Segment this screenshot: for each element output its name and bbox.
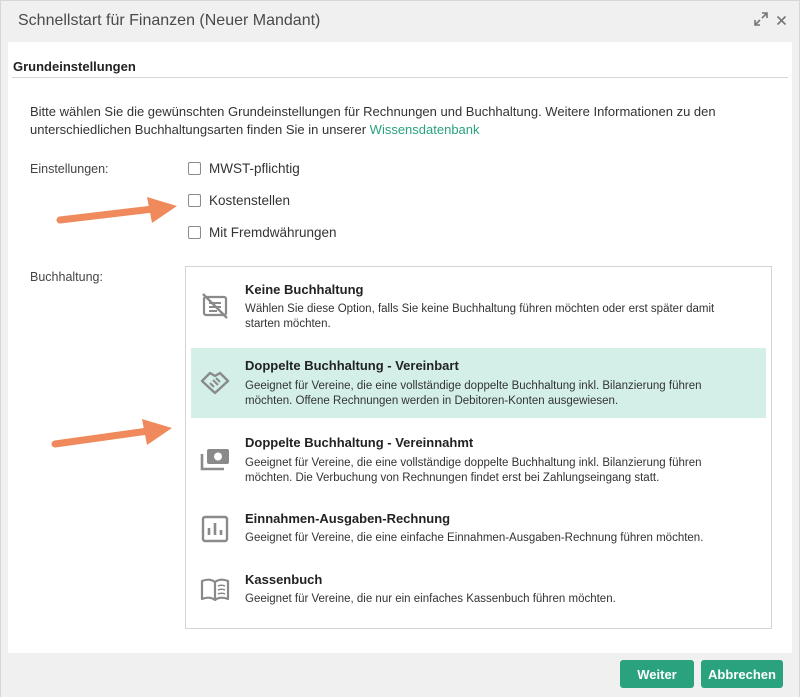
window-controls <box>754 12 787 29</box>
dialog-content: Grundeinstellungen Bitte wählen Sie die … <box>8 42 792 653</box>
dialog-title: Schnellstart für Finanzen (Neuer Mandant… <box>18 12 321 29</box>
settings-label: Einstellungen: <box>30 162 109 176</box>
option-desc: Geeignet für Vereine, die eine vollständ… <box>245 380 702 407</box>
cancel-button[interactable]: Abbrechen <box>701 660 783 688</box>
book-icon <box>199 574 231 606</box>
option-title: Einnahmen-Ausgaben-Rechnung <box>245 511 451 526</box>
checkbox-box[interactable] <box>188 226 201 239</box>
option-desc: Geeignet für Vereine, die nur ein einfac… <box>245 593 616 605</box>
annotation-arrow-icon <box>56 197 177 224</box>
no-ledger-icon <box>199 290 231 322</box>
option-desc: Geeignet für Vereine, die eine einfache … <box>245 532 704 544</box>
accounting-options-list: Keine Buchhaltung Wählen Sie diese Optio… <box>185 266 772 629</box>
close-icon[interactable] <box>776 13 787 29</box>
option-desc: Geeignet für Vereine, die eine vollständ… <box>245 457 702 484</box>
option-keine-buchhaltung[interactable]: Keine Buchhaltung Wählen Sie diese Optio… <box>191 273 766 343</box>
intro-text: Bitte wählen Sie die gewünschten Grundei… <box>30 103 750 139</box>
checkbox-label: Kostenstellen <box>209 193 291 208</box>
option-kassenbuch[interactable]: Kassenbuch Geeignet für Vereine, die nur… <box>191 564 766 616</box>
next-button[interactable]: Weiter <box>620 660 694 688</box>
option-title: Doppelte Buchhaltung - Vereinnahmt <box>245 435 474 450</box>
checkbox-label: Mit Fremdwährungen <box>209 225 337 240</box>
option-title: Keine Buchhaltung <box>245 282 364 297</box>
dialog: Schnellstart für Finanzen (Neuer Mandant… <box>0 0 800 697</box>
section-divider <box>12 77 788 78</box>
annotation-arrow-icon <box>51 419 172 448</box>
checkbox-mwst[interactable]: MWST-pflichtig <box>188 161 300 176</box>
option-doppelte-vereinbart[interactable]: Doppelte Buchhaltung - Vereinbart Geeign… <box>191 348 766 418</box>
section-title: Grundeinstellungen <box>13 59 136 74</box>
dialog-footer: Weiter Abbrechen <box>1 653 799 697</box>
checkbox-label: MWST-pflichtig <box>209 161 300 176</box>
expand-icon[interactable] <box>754 12 768 29</box>
titlebar: Schnellstart für Finanzen (Neuer Mandant… <box>1 1 799 42</box>
option-einnahmen-ausgaben[interactable]: Einnahmen-Ausgaben-Rechnung Geeignet für… <box>191 503 766 555</box>
option-doppelte-vereinnahmt[interactable]: Doppelte Buchhaltung - Vereinnahmt Geeig… <box>191 425 766 495</box>
checkbox-box[interactable] <box>188 162 201 175</box>
option-title: Doppelte Buchhaltung - Vereinbart <box>245 358 459 373</box>
option-desc: Wählen Sie diese Option, falls Sie keine… <box>245 303 715 330</box>
checkbox-box[interactable] <box>188 194 201 207</box>
bar-chart-icon <box>199 513 231 545</box>
cash-icon <box>199 443 231 475</box>
checkbox-kostenstellen[interactable]: Kostenstellen <box>188 193 290 208</box>
accounting-label: Buchhaltung: <box>30 270 103 284</box>
checkbox-fremdwaehrungen[interactable]: Mit Fremdwährungen <box>188 225 337 240</box>
option-title: Kassenbuch <box>245 572 323 587</box>
handshake-icon <box>199 366 231 398</box>
knowledge-base-link[interactable]: Wissensdatenbank <box>370 122 480 137</box>
